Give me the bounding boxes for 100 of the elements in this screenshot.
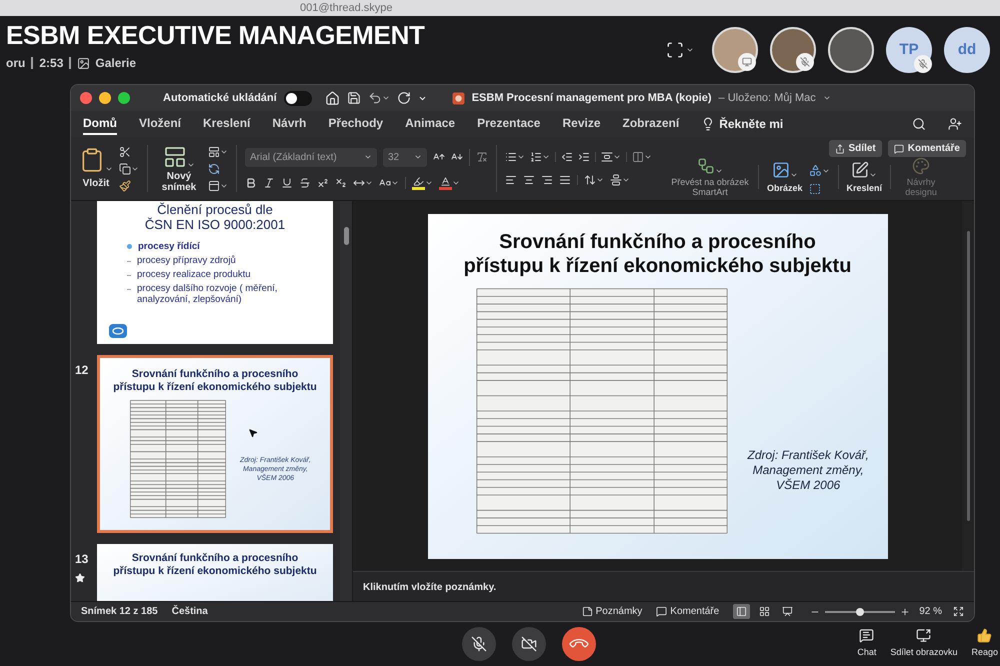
microphone-button[interactable] (462, 627, 496, 661)
expand-icon[interactable] (953, 606, 964, 617)
align-text-icon[interactable] (610, 174, 622, 186)
minimize-icon[interactable] (99, 92, 111, 104)
avatar-photo[interactable] (770, 27, 816, 73)
slide-layout-icon[interactable] (163, 144, 187, 168)
react-button[interactable]: Reago (971, 628, 998, 660)
caret-icon[interactable] (822, 166, 830, 174)
share-icon[interactable] (834, 144, 845, 154)
scrollbar-thumb[interactable] (344, 227, 348, 245)
align-left-icon[interactable] (505, 174, 517, 186)
notes-button[interactable]: Poznámky (582, 604, 642, 619)
shapes-icon[interactable] (808, 164, 822, 177)
font-name-field[interactable]: Arial (Základní text) (245, 148, 377, 166)
caret-icon[interactable] (822, 94, 831, 102)
caret-icon[interactable] (131, 164, 139, 172)
chat-icon[interactable] (859, 628, 874, 644)
align-center-icon[interactable] (523, 174, 535, 186)
caret-icon[interactable] (364, 153, 372, 161)
caret-icon[interactable] (187, 160, 195, 168)
ribbon-tab[interactable]: Návrh (272, 113, 306, 135)
person-add-icon[interactable] (948, 117, 962, 131)
decrease-indent-icon[interactable] (561, 151, 573, 163)
text-box-icon[interactable] (808, 183, 821, 195)
caret-icon[interactable] (613, 153, 621, 161)
caret-icon[interactable] (790, 170, 798, 178)
camera-off-icon[interactable] (521, 636, 537, 652)
maximize-icon[interactable] (118, 92, 130, 104)
thumbs-up-icon[interactable] (977, 628, 992, 644)
panel-icon[interactable] (736, 606, 748, 617)
caret-icon[interactable] (220, 148, 228, 156)
scrollbar-thumb[interactable] (966, 231, 970, 521)
caret-icon[interactable] (105, 164, 113, 172)
save-icon[interactable] (346, 91, 361, 105)
ribbon-tab[interactable]: Kreslení (203, 113, 250, 135)
ribbon-tab[interactable]: Animace (405, 113, 456, 135)
caret-icon[interactable] (644, 153, 652, 161)
change-case-icon[interactable] (379, 176, 391, 188)
caret-icon[interactable] (869, 170, 878, 178)
grid-icon[interactable] (759, 606, 770, 617)
slide-thumbnail[interactable]: Členění procesů dle ČSN EN ISO 9000:2001 procesy řídící procesy přípravy zdrojů procesy realizace produktu procesy dalšího rozvoje ( měření, analyzování, zlepšování) (97, 201, 333, 344)
drawing-button[interactable]: Kreslení (846, 157, 882, 197)
layout-icon[interactable] (208, 146, 220, 158)
scissors-icon[interactable] (119, 146, 131, 158)
copy-icon[interactable] (119, 162, 131, 174)
bold-icon[interactable] (245, 176, 257, 188)
gallery-view-button[interactable]: Galerie (77, 54, 136, 72)
hang-up-button[interactable] (562, 627, 596, 661)
share-screen-button[interactable]: Sdílet obrazovku (890, 628, 958, 660)
refresh-icon[interactable] (208, 162, 220, 174)
window-panel-icon[interactable] (208, 180, 220, 192)
columns-icon[interactable] (632, 151, 644, 163)
frame-icon[interactable] (666, 41, 684, 59)
comment-icon[interactable] (656, 606, 668, 617)
pen-square-icon[interactable] (851, 160, 870, 178)
slide-canvas[interactable]: Srovnání funkčního a procesního přístupu k řízení ekonomického subjektu Zdroj: František Kovář, Management změny, VŠEM 2006 (428, 214, 888, 558)
tell-me-button[interactable]: Řekněte mi (701, 115, 784, 133)
home-icon[interactable] (324, 90, 340, 106)
align-right-icon[interactable] (541, 174, 553, 186)
notes-icon[interactable] (582, 606, 593, 617)
avatar-photo[interactable] (828, 27, 874, 73)
screen-share-icon[interactable] (916, 628, 932, 644)
caret-icon[interactable] (596, 176, 604, 184)
font-size-field[interactable]: 32 (383, 148, 427, 166)
comments-button[interactable]: Komentáře (888, 140, 966, 157)
image-icon[interactable] (77, 56, 90, 70)
justify-icon[interactable] (559, 174, 571, 186)
zoom-slider-thumb[interactable] (856, 608, 864, 616)
search-icon[interactable] (912, 117, 926, 131)
increase-indent-icon[interactable] (578, 151, 590, 163)
notes-field[interactable]: Kliknutím vložíte poznámky. (353, 571, 974, 601)
caret-icon[interactable] (715, 167, 723, 175)
autosave-toggle[interactable] (284, 90, 312, 106)
caret-icon[interactable] (220, 182, 228, 190)
caret-icon[interactable] (425, 178, 433, 186)
plus-icon[interactable] (900, 606, 910, 616)
mic-off-icon[interactable] (471, 636, 487, 652)
share-button[interactable]: Sdílet (828, 140, 882, 157)
redo-icon[interactable] (396, 91, 411, 105)
normal-view-button[interactable] (733, 604, 750, 619)
strikethrough-icon[interactable] (299, 176, 311, 188)
chat-button[interactable]: Chat (857, 628, 876, 660)
slide-thumbnail[interactable]: Srovnání funkčního a procesního přístupu k řízení ekonomického subjektu (97, 544, 333, 601)
ribbon-tab[interactable]: Revize (562, 113, 601, 135)
new-slide-button[interactable]: Nový snímek (156, 144, 202, 192)
caret-icon[interactable] (382, 94, 390, 102)
ribbon-tab[interactable]: Vložení (139, 113, 182, 135)
presentation-icon[interactable] (782, 606, 794, 617)
clear-formatting-icon[interactable] (476, 151, 488, 163)
caret-icon[interactable] (452, 178, 460, 186)
caret-icon[interactable] (622, 176, 630, 184)
up-down-arrows-icon[interactable] (584, 174, 596, 186)
subscript-icon[interactable] (335, 176, 347, 188)
paintbrush-icon[interactable] (119, 180, 131, 192)
vertical-spacing-icon[interactable] (601, 151, 613, 163)
smartart-button[interactable]: Převést na obrázek SmartArt (670, 157, 750, 197)
close-icon[interactable] (80, 92, 92, 104)
comment-icon[interactable] (894, 144, 904, 154)
ribbon-tab[interactable]: Přechody (328, 113, 384, 135)
italic-icon[interactable] (263, 176, 275, 188)
